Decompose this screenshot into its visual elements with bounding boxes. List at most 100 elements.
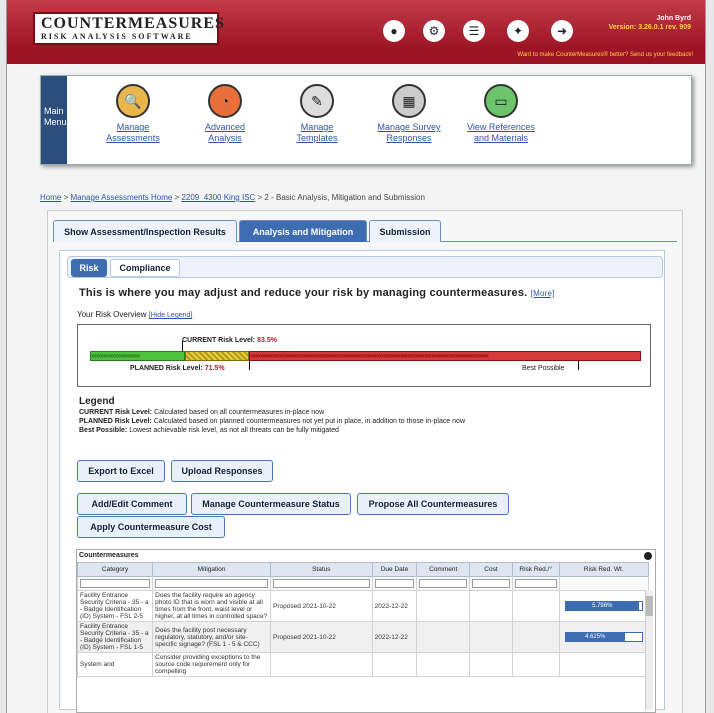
scrollbar-thumb[interactable]	[646, 596, 653, 616]
cell-mitigation: Does the facility post necessary regulat…	[152, 621, 272, 653]
col-status[interactable]: Status	[270, 562, 373, 577]
version-text: Version: 3.26.0.1 rev. 909	[608, 24, 691, 31]
edit-icon: ✎	[300, 84, 334, 118]
menu-item-survey-responses[interactable]: ▦ Manage Survey Responses	[367, 84, 451, 144]
filter-cost-input[interactable]	[472, 579, 510, 588]
tab-compliance[interactable]: Compliance	[110, 259, 180, 277]
risk-bar-remaining: ««««««««««««««««««««««««««««««««««««««««…	[249, 351, 641, 361]
book-icon: ▭	[484, 84, 518, 118]
planned-risk-label: PLANNED Risk Level: 71.5%	[130, 365, 225, 372]
menu-link-line1[interactable]: View References	[459, 122, 543, 133]
cell-category: Facility Entrance Security Criteria - 35…	[77, 590, 154, 622]
cell-cost	[469, 652, 513, 677]
col-mitigation[interactable]: Mitigation	[152, 562, 272, 577]
cell-cost	[469, 590, 513, 622]
intro-text: This is where you may adjust and reduce …	[79, 287, 555, 299]
upload-responses-button[interactable]: Upload Responses	[171, 460, 273, 482]
filter-mitigation-input[interactable]	[155, 579, 269, 588]
filter-status-input[interactable]	[273, 579, 370, 588]
risk-legend: Legend CURRENT Risk Level: Calculated ba…	[79, 397, 465, 435]
sub-tabs: Risk Compliance	[67, 256, 663, 278]
breadcrumb-sep: >	[174, 193, 180, 202]
filter-rr-input[interactable]	[514, 579, 557, 588]
table-row[interactable]: Facility Entrance Security Criteria - 35…	[77, 621, 650, 653]
cell-due	[371, 652, 418, 677]
planned-risk-title: PLANNED Risk Level:	[130, 365, 203, 372]
menu-item-manage-assessments[interactable]: 🔍 Manage Assessments	[91, 84, 175, 144]
legend-planned: PLANNED Risk Level: Calculated based on …	[79, 418, 466, 425]
countermeasures-table: Countermeasures Category Mitigation Stat…	[76, 549, 656, 713]
risk-weight-bar: 5.796%	[564, 601, 643, 611]
current-risk-marker	[182, 341, 183, 351]
breadcrumb-home[interactable]: Home	[40, 193, 61, 202]
new-feature-icon[interactable]: ✦	[507, 20, 529, 42]
propose-all-button[interactable]: Propose All Countermeasures	[357, 493, 509, 515]
planned-risk-value: 71.5%	[204, 365, 225, 372]
collapse-icon[interactable]	[644, 552, 652, 560]
menu-link-line2[interactable]: Assessments	[91, 133, 175, 144]
breadcrumb-assessments-home[interactable]: Manage Assessments Home	[70, 193, 172, 202]
cell-category: System and	[77, 652, 154, 677]
tab-analysis-mitigation[interactable]: Analysis and Mitigation	[239, 220, 367, 242]
bomb-icon[interactable]: ●	[383, 20, 405, 42]
menu-link-line2[interactable]: and Materials	[459, 133, 543, 144]
menu-link-line1[interactable]: Advanced	[183, 122, 267, 133]
col-category[interactable]: Category	[77, 562, 154, 577]
risk-bar-planned	[185, 351, 249, 361]
logo-line1: COUNTERMEASURES	[41, 15, 225, 32]
cell-comment	[416, 652, 471, 677]
chart-icon: ◔	[208, 84, 242, 118]
app-logo[interactable]: COUNTERMEASURES RISK ANALYSIS SOFTWARE	[33, 12, 225, 45]
menu-link-line2[interactable]: Responses	[367, 133, 451, 144]
menu-link-line2[interactable]: Templates	[275, 133, 359, 144]
app-window: COUNTERMEASURES RISK ANALYSIS SOFTWARE ●…	[6, 0, 706, 713]
user-name[interactable]: John Byrd	[609, 14, 691, 23]
cell-due: 2022-12-22	[371, 621, 418, 653]
risk-weight-bar: 4.625%	[564, 632, 643, 642]
col-risk-red-wt[interactable]: Risk Red. Wt.	[558, 562, 650, 577]
main-tabs: Show Assessment/Inspection Results Analy…	[53, 220, 677, 242]
filter-due-input[interactable]	[374, 579, 415, 588]
cell-status: Proposed 2021-10-22	[270, 621, 373, 653]
current-risk-value: 83.5%	[257, 337, 277, 344]
menu-link-line1[interactable]: Manage	[91, 122, 175, 133]
col-due-date[interactable]: Due Date	[371, 562, 418, 577]
cell-due: 2022-12-22	[371, 590, 418, 622]
hide-legend-link[interactable]: [Hide Legend]	[149, 312, 193, 319]
gears-icon[interactable]: ⚙	[423, 20, 445, 42]
filter-category-input[interactable]	[80, 579, 151, 588]
logo-line2: RISK ANALYSIS SOFTWARE	[41, 32, 193, 41]
table-row[interactable]: Facility Entrance Security Criteria - 35…	[77, 590, 650, 622]
menu-link-line2[interactable]: Analysis	[183, 133, 267, 144]
table-scrollbar[interactable]	[645, 590, 653, 710]
user-list-icon[interactable]: ☰	[463, 20, 485, 42]
cell-status	[270, 652, 373, 677]
risk-weight-fill: 4.625%	[565, 633, 625, 641]
current-risk-label: CURRENT Risk Level: 83.5%	[182, 337, 277, 344]
cell-rr	[511, 621, 560, 653]
table-row[interactable]: System and Consider providing exceptions…	[77, 652, 650, 677]
col-risk-red[interactable]: Risk Red./°	[511, 562, 560, 577]
cell-comment	[416, 590, 471, 622]
logout-icon[interactable]: ➜	[551, 20, 573, 42]
add-edit-comment-button[interactable]: Add/Edit Comment	[77, 493, 187, 515]
breadcrumb-assessment[interactable]: 2209_4300 King ISC	[181, 193, 255, 202]
manage-status-button[interactable]: Manage Countermeasure Status	[191, 493, 351, 515]
apply-cost-button[interactable]: Apply Countermeasure Cost	[77, 516, 225, 538]
menu-item-advanced-analysis[interactable]: ◔ Advanced Analysis	[183, 84, 267, 144]
tab-risk[interactable]: Risk	[71, 259, 107, 277]
col-cost[interactable]: Cost	[469, 562, 513, 577]
filter-comment-input[interactable]	[419, 579, 468, 588]
tab-submission[interactable]: Submission	[369, 220, 441, 242]
cell-mitigation: Does the facility require an agency phot…	[152, 590, 272, 622]
menu-link-line1[interactable]: Manage	[275, 122, 359, 133]
export-excel-button[interactable]: Export to Excel	[77, 460, 165, 482]
breadcrumb-current: > 2 - Basic Analysis, Mitigation and Sub…	[257, 193, 425, 202]
col-comment[interactable]: Comment	[416, 562, 471, 577]
menu-item-references[interactable]: ▭ View References and Materials	[459, 84, 543, 144]
tab-show-results[interactable]: Show Assessment/Inspection Results	[53, 220, 237, 242]
feedback-link[interactable]: Want to make CounterMeasures® better? Se…	[517, 52, 693, 58]
menu-link-line1[interactable]: Manage Survey	[367, 122, 451, 133]
intro-more-link[interactable]: [More]	[531, 289, 555, 298]
menu-item-manage-templates[interactable]: ✎ Manage Templates	[275, 84, 359, 144]
